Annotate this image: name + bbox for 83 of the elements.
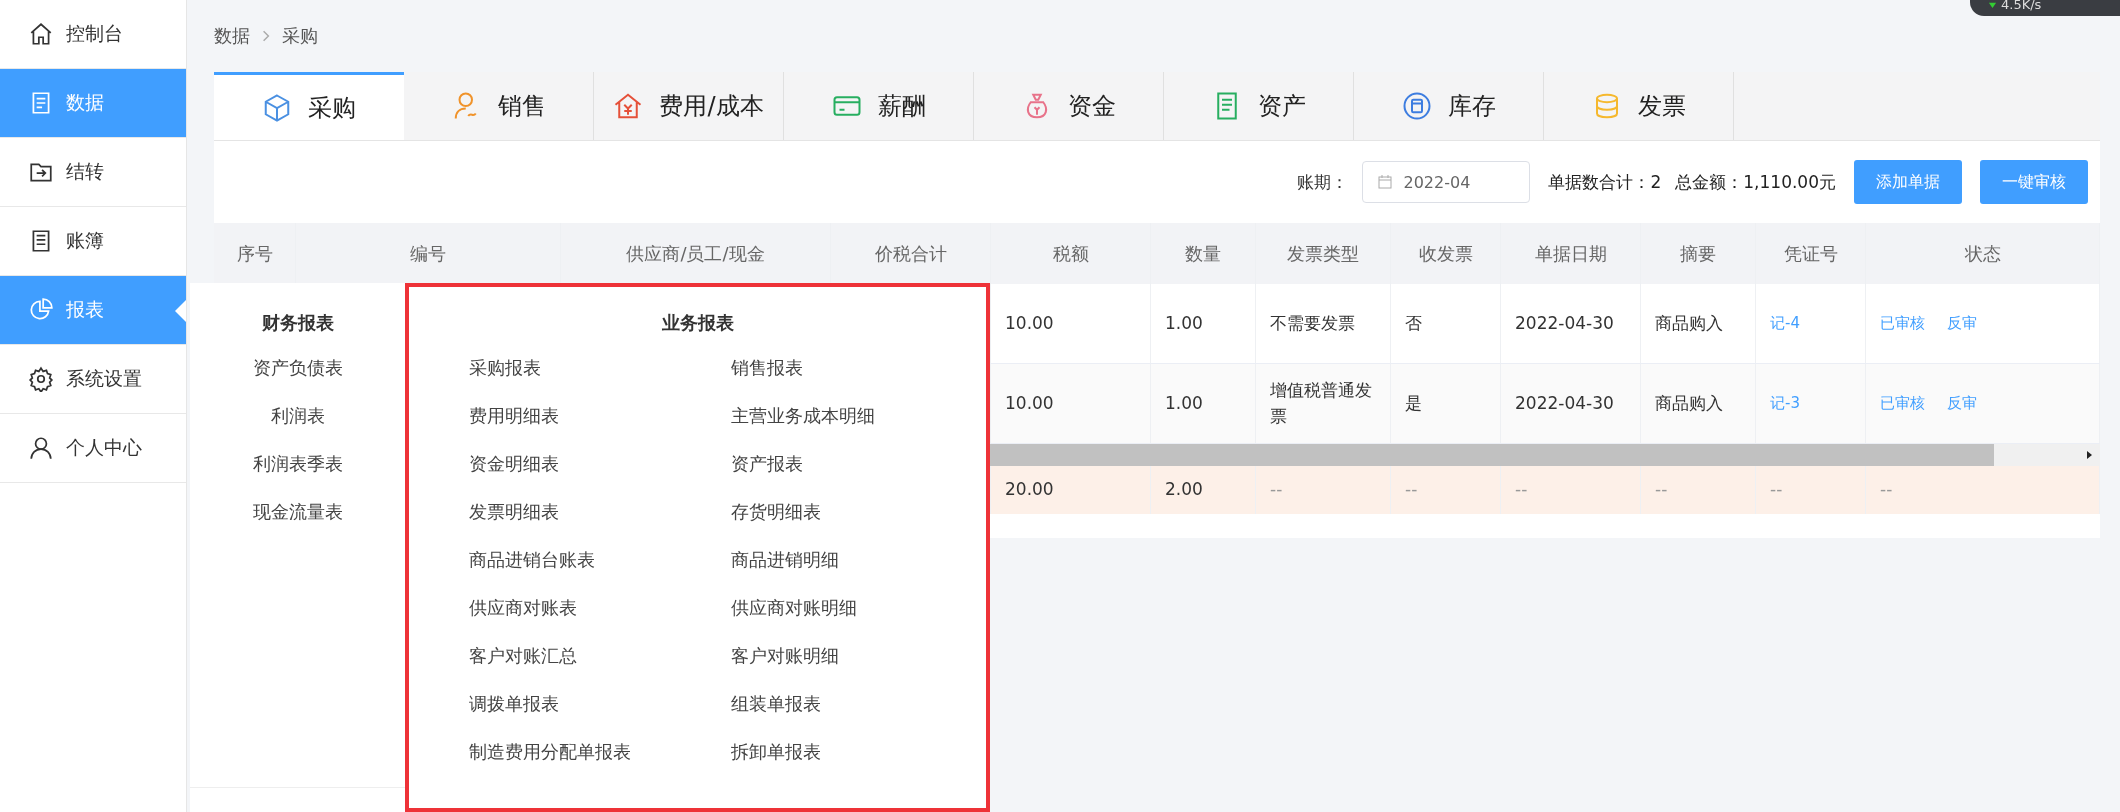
menu-item[interactable]: 客户对账明细 [731,641,981,689]
total-cell-text: -- [1515,478,1528,502]
menu-item[interactable]: 调拨单报表 [469,689,731,737]
sidebar-item[interactable]: 个人中心 [0,414,186,483]
total-cell-text: -- [1880,478,1893,502]
pie-icon [28,297,54,323]
menu-heading: 财务报表 [261,311,334,335]
menu-item[interactable]: 客户对账汇总 [469,641,731,689]
column-header: 单据日期 [1501,223,1641,284]
menu-item[interactable]: 利润表季表 [252,449,343,497]
table-cell-text: 商品购入 [1655,391,1723,415]
column-header: 价税合计 [831,223,991,284]
total-cell-text: -- [1770,478,1783,502]
disc-icon [1401,91,1432,121]
tab[interactable]: 销售 [404,72,594,140]
menu-item[interactable]: 存货明细表 [731,497,981,545]
calendar-icon [1377,174,1394,190]
menu-item[interactable]: 采购报表 [469,353,731,401]
period-label: 账期： [1297,170,1349,194]
table-cell-text: 否 [1405,311,1422,335]
total-amount: 总金额：1,110.00元 [1675,170,1836,194]
cube-icon [262,92,292,123]
tab[interactable]: 费用/成本 [594,72,784,140]
chevron-icon [260,30,272,42]
breadcrumb-current: 采购 [282,24,318,48]
column-header: 税额 [991,223,1151,284]
table-cell-text: 商品购入 [1655,311,1723,335]
home-icon [28,21,54,47]
total-cell-text: 2.00 [1165,478,1203,502]
breadcrumb-link[interactable]: 数据 [214,24,250,48]
house-icon [613,91,644,121]
column-header: 数量 [1151,223,1256,284]
sidebar-item[interactable]: 系统设置 [0,345,186,414]
column-header: 供应商/员工/现金 [561,223,831,284]
tab[interactable]: 库存 [1354,72,1544,140]
menu-item[interactable]: 资金明细表 [469,449,731,497]
menu-item[interactable]: 商品进销明细 [731,545,981,593]
menu-item[interactable]: 主营业务成本明细 [731,401,981,449]
table-cell-text: 1.00 [1165,311,1203,335]
menu-item[interactable]: 组装单报表 [731,689,981,737]
table-cell-text: 10.00 [1005,391,1054,415]
tab[interactable]: 采购 [214,72,404,140]
tab[interactable]: 薪酬 [784,72,974,140]
menu-item[interactable]: 发票明细表 [469,497,731,545]
table-cell-text: 是 [1405,391,1422,415]
column-header: 收发票 [1391,223,1501,284]
document-count: 单据数合计：2 [1548,170,1662,194]
menu-item[interactable]: 利润表 [270,401,325,449]
down-arrow-icon [1988,0,1997,9]
table-cell-text: 增值税普通发票 [1270,379,1372,428]
sidebar-item[interactable]: 结转 [0,138,186,207]
menu-item[interactable]: 制造费用分配单报表 [469,737,731,785]
column-header: 状态 [1866,223,2100,284]
menu-item[interactable]: 供应商对账表 [469,593,731,641]
gear-icon [28,366,54,392]
column-header: 凭证号 [1756,223,1866,284]
menu-item[interactable]: 供应商对账明细 [731,593,981,641]
table-cell-text: 2022-04-30 [1515,311,1614,335]
menu-item[interactable]: 销售报表 [731,353,981,401]
right-arrow-icon[interactable] [2084,450,2094,460]
period-field[interactable]: 2022-04 [1362,161,1531,203]
table-cell-text: 不需要发票 [1270,311,1355,335]
total-cell-text: -- [1655,478,1668,502]
total-cell-text: -- [1405,478,1418,502]
menu-heading: 业务报表 [660,311,735,335]
tab[interactable]: 资金 [974,72,1164,140]
user-icon [28,435,54,461]
tab[interactable]: 发票 [1544,72,1734,140]
menu-item[interactable]: 费用明细表 [469,401,731,449]
column-header: 发票类型 [1256,223,1391,284]
menu-item[interactable]: 资产报表 [731,449,981,497]
table-cell-text: 1.00 [1165,391,1203,415]
tab[interactable]: 资产 [1164,72,1354,140]
speed-reading: 4.5K/s [2001,0,2042,12]
table-cell-text: 10.00 [1005,311,1054,335]
total-cell-text: -- [1270,478,1283,502]
table-cell-text: 2022-04-30 [1515,391,1614,415]
menu-item[interactable]: 商品进销台账表 [469,545,731,593]
menu-item[interactable]: 拆卸单报表 [731,737,981,785]
total-cell-text: 20.00 [1005,478,1054,502]
menu-item[interactable]: 现金流量表 [252,497,343,545]
menu-item[interactable]: 资产负债表 [252,353,343,401]
column-header: 摘要 [1641,223,1756,284]
